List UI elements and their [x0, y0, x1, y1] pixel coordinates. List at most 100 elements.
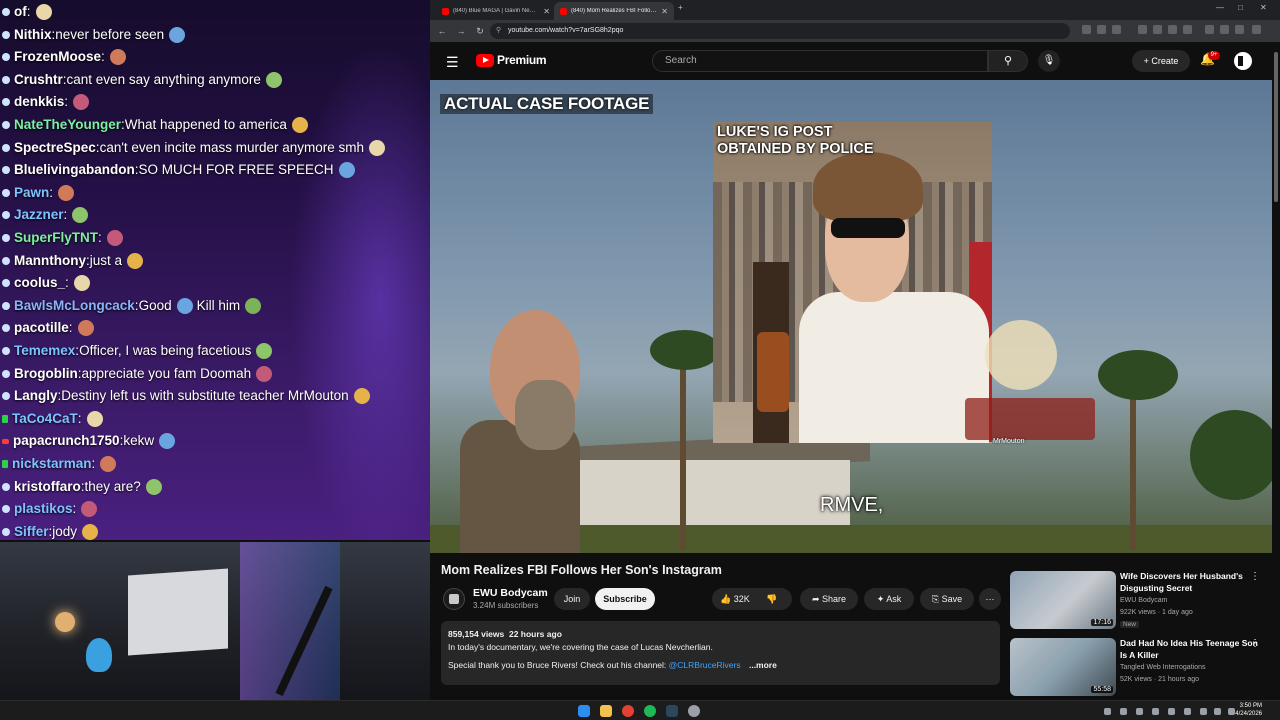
menu-dots-icon[interactable] [1252, 25, 1261, 34]
back-icon[interactable]: ← [435, 26, 449, 36]
extension-icon[interactable] [1138, 25, 1147, 34]
chat-username[interactable]: Nithix [14, 24, 52, 46]
chat-username[interactable]: Siffer [14, 521, 49, 540]
url-field[interactable]: ⚲ youtube.com/watch?v=7arSG8h2pqo [490, 23, 1070, 39]
chat-username[interactable]: denkkis [14, 91, 64, 113]
chat-username[interactable]: Mannthony [14, 250, 86, 272]
windows-start-icon[interactable] [578, 705, 590, 717]
search-button[interactable]: ⚲ [988, 50, 1028, 72]
video-menu-icon[interactable]: ⋮ [1250, 571, 1260, 582]
video-thumbnail[interactable]: 17:16 [1010, 571, 1116, 629]
download-icon[interactable] [1220, 25, 1229, 34]
new-tab-icon[interactable]: + [678, 3, 683, 12]
reload-icon[interactable]: ↻ [473, 26, 487, 37]
subscribe-button[interactable]: Subscribe [595, 588, 655, 610]
tray-app-icon[interactable] [1120, 708, 1127, 715]
tray-app-icon[interactable] [1136, 708, 1143, 715]
network-icon[interactable] [1200, 708, 1207, 715]
search-input[interactable]: Search [652, 50, 988, 72]
scrollbar-thumb[interactable] [1274, 52, 1278, 202]
steam-icon[interactable] [666, 705, 678, 717]
chat-username[interactable]: BawlsMcLongcack [14, 295, 135, 317]
chat-username[interactable]: pacotille [14, 317, 69, 339]
youtube-premium-logo[interactable]: Premium [476, 53, 547, 67]
chat-username[interactable]: NateTheYounger [14, 114, 121, 136]
description-box[interactable]: 859,154 views 22 hours ago In today's do… [441, 621, 1000, 685]
chat-username[interactable]: Langly [14, 385, 58, 407]
chat-username[interactable]: coolus_ [14, 272, 65, 294]
tray-app-icon[interactable] [1152, 708, 1159, 715]
install-icon[interactable] [1097, 25, 1106, 34]
account-avatar[interactable] [1234, 52, 1252, 70]
join-button[interactable]: Join [554, 588, 590, 610]
recommended-channel[interactable]: Tangled Web Interrogations [1120, 664, 1205, 671]
chat-username[interactable]: of [14, 1, 27, 23]
chat-username[interactable]: kristoffaro [14, 476, 81, 498]
share-button[interactable]: ➦ Share [800, 588, 858, 610]
close-tab-icon[interactable]: ✕ [661, 7, 668, 16]
chat-username[interactable]: Crushtr [14, 69, 63, 91]
chat-username[interactable]: Pawn [14, 182, 49, 204]
extension-icon[interactable] [1153, 25, 1162, 34]
channel-mention-link[interactable]: @CLRBruceRivers [669, 660, 741, 670]
extension-icon[interactable] [1183, 25, 1192, 34]
file-explorer-icon[interactable] [600, 705, 612, 717]
show-more-link[interactable]: ...more [749, 660, 777, 670]
video-menu-icon[interactable]: ⋮ [1250, 638, 1260, 649]
chat-username[interactable]: SuperFlyTNT [14, 227, 98, 249]
zoom-icon[interactable] [1082, 25, 1091, 34]
spotify-icon[interactable] [644, 705, 656, 717]
create-button[interactable]: + Create [1132, 50, 1190, 72]
chat-message: Crushtr: cant even say anything anymore [0, 69, 282, 91]
chat-username[interactable]: SpectreSpec [14, 137, 96, 159]
chat-username[interactable]: Brogoblin [14, 363, 78, 385]
recommended-title[interactable]: Wife Discovers Her Husband's Disgusting … [1120, 571, 1260, 594]
close-tab-icon[interactable]: ✕ [543, 7, 550, 16]
system-clock[interactable]: 3:50 PM 4/24/2026 [1235, 702, 1262, 718]
minimize-icon[interactable]: — [1216, 3, 1224, 12]
ask-button[interactable]: ✦ Ask [864, 588, 914, 610]
channel-avatar[interactable] [443, 588, 465, 610]
recommended-channel[interactable]: EWU Bodycam [1120, 597, 1167, 604]
video-player[interactable]: ACTUAL CASE FOOTAGE LUKE'S IG POST OBTAI… [430, 80, 1272, 553]
site-info-icon[interactable]: ⚲ [496, 23, 501, 39]
recommended-title[interactable]: Dad Had No Idea His Teenage Son Is A Kil… [1120, 638, 1260, 661]
chat-username[interactable]: papacrunch1750 [13, 430, 120, 452]
settings-gear-icon[interactable] [688, 705, 700, 717]
volume-icon[interactable] [1214, 708, 1221, 715]
extension-icon[interactable] [1168, 25, 1177, 34]
chat-text: Destiny left us with substitute teacher … [61, 388, 349, 404]
profile-icon[interactable] [1235, 25, 1244, 34]
chat-username[interactable]: Tememex [14, 340, 75, 362]
like-button[interactable]: 👍 32K [720, 594, 750, 604]
menu-hamburger-icon[interactable]: ☰ [446, 54, 459, 71]
forward-icon[interactable]: → [454, 26, 468, 36]
chat-text: Officer, I was being facetious [79, 343, 252, 358]
chat-username[interactable]: nickstarman [12, 453, 92, 475]
maximize-icon[interactable]: □ [1238, 3, 1243, 12]
chat-username[interactable]: plastikos [14, 498, 73, 520]
chat-username[interactable]: TaCo4CaT [12, 408, 78, 430]
tray-app-icon[interactable] [1168, 708, 1175, 715]
chat-username[interactable]: FrozenMoose [14, 46, 101, 68]
tray-app-icon[interactable] [1184, 708, 1191, 715]
chrome-icon[interactable] [622, 705, 634, 717]
bookmark-star-icon[interactable] [1112, 25, 1121, 34]
channel-name[interactable]: EWU Bodycam [473, 587, 548, 599]
battery-icon[interactable] [1228, 708, 1235, 715]
chat-username[interactable]: Bluelivingabandon [14, 159, 135, 181]
chat-username[interactable]: Jazzner [14, 204, 64, 226]
more-actions-button[interactable]: ⋯ [979, 588, 1001, 610]
tab-blue-maga[interactable]: (840) Blue MAGA | Gavin Newsom ✕ [436, 2, 556, 20]
recommended-video[interactable]: 17:16 Wife Discovers Her Husband's Disgu… [1010, 571, 1272, 635]
voice-search-button[interactable]: 🎙 [1038, 50, 1060, 72]
sidepanel-icon[interactable] [1205, 25, 1214, 34]
save-button[interactable]: ⎘ Save [920, 588, 974, 610]
tray-chevron-icon[interactable] [1104, 708, 1111, 715]
video-thumbnail[interactable]: 55:58 [1010, 638, 1116, 696]
page-scrollbar[interactable] [1272, 42, 1280, 700]
tab-mom-realizes[interactable]: (840) Mom Realizes FBI Follows ✕ [554, 2, 674, 20]
close-window-icon[interactable]: ✕ [1260, 3, 1267, 12]
recommended-video[interactable]: 55:58 Dad Had No Idea His Teenage Son Is… [1010, 638, 1272, 702]
dislike-button[interactable]: 👎 [766, 594, 777, 604]
